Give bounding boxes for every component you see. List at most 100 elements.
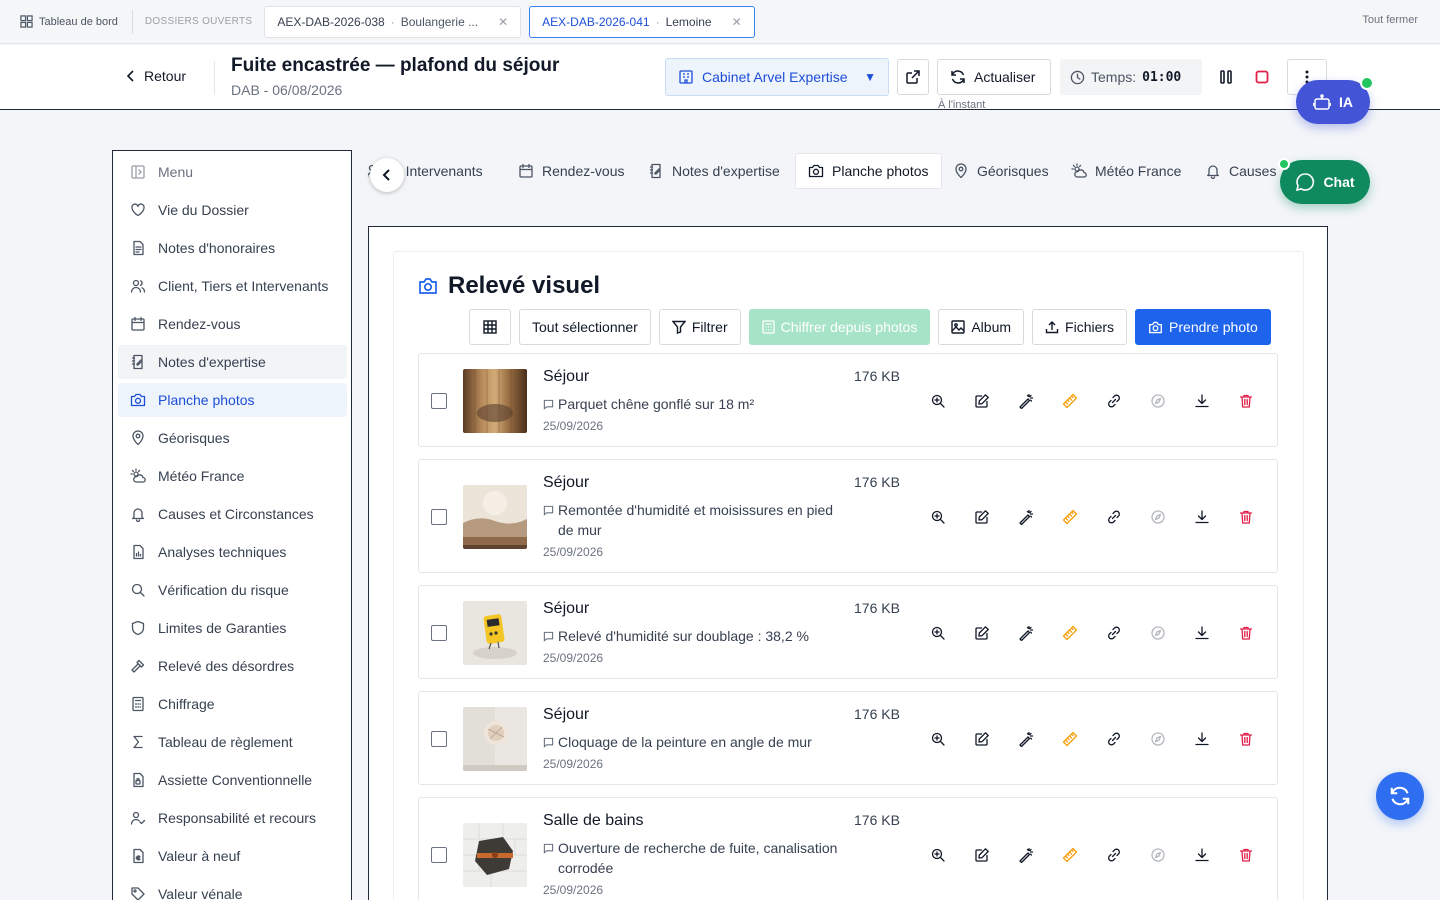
sidebar-item-assiette-conventionnelle[interactable]: Assiette Conventionnelle (118, 763, 347, 797)
sidebar-item-valeur-a-neuf[interactable]: Valeur à neuf (118, 839, 347, 873)
take-photo-button[interactable]: Prendre photo (1135, 309, 1271, 345)
grid-view-button[interactable] (469, 309, 511, 345)
link-button[interactable] (1102, 843, 1126, 867)
refresh-button[interactable]: Actualiser (937, 59, 1051, 95)
tabs-scroll-left-button[interactable] (370, 158, 404, 192)
photo-checkbox[interactable] (431, 393, 447, 409)
sidebar-item-causes-et-circonstances[interactable]: Causes et Circonstances (118, 497, 347, 531)
sidebar-item-limites-de-garanties[interactable]: Limites de Garanties (118, 611, 347, 645)
sidebar-item-georisques[interactable]: Géorisques (118, 421, 347, 455)
sidebar-item-notes-d-honoraires[interactable]: Notes d'honoraires (118, 231, 347, 265)
zoom-button[interactable] (926, 505, 950, 529)
delete-button[interactable] (1234, 389, 1258, 413)
download-button[interactable] (1190, 505, 1214, 529)
tab-georisques[interactable]: Géorisques (953, 153, 1049, 189)
download-button[interactable] (1190, 389, 1214, 413)
cabinet-selector[interactable]: Cabinet Arvel Expertise ▼ (665, 58, 889, 96)
back-button[interactable]: Retour (126, 68, 186, 84)
sidebar-item-verification-du-risque[interactable]: Vérification du risque (118, 573, 347, 607)
filter-button[interactable]: Filtrer (658, 309, 741, 345)
enhance-button[interactable] (1014, 843, 1038, 867)
photo-checkbox[interactable] (431, 625, 447, 641)
sidebar-item-planche-photos[interactable]: Planche photos (118, 383, 347, 417)
ai-assistant-button[interactable]: IA (1296, 76, 1374, 124)
measure-button[interactable] (1058, 389, 1082, 413)
sidebar-item-releve-des-desordres[interactable]: Relevé des désordres (118, 649, 347, 683)
open-external-button[interactable] (897, 59, 929, 95)
edit-button[interactable] (970, 727, 994, 751)
tab-rendez-vous[interactable]: Rendez-vous (518, 153, 625, 189)
zoom-button[interactable] (926, 389, 950, 413)
photo-thumbnail[interactable] (463, 823, 527, 887)
download-button[interactable] (1190, 621, 1214, 645)
zoom-button[interactable] (926, 621, 950, 645)
sidebar-item-meteo-france[interactable]: Météo France (118, 459, 347, 493)
photo-thumbnail[interactable] (463, 485, 527, 549)
sidebar-item-chiffrage[interactable]: Chiffrage (118, 687, 347, 721)
files-button[interactable]: Fichiers (1032, 309, 1128, 345)
locate-button[interactable] (1146, 389, 1170, 413)
chiffrer-button[interactable]: Chiffrer depuis photos (748, 309, 931, 345)
sync-button[interactable] (1376, 772, 1424, 820)
pause-button[interactable] (1214, 65, 1238, 89)
photo-thumbnail[interactable] (463, 601, 527, 665)
photo-checkbox[interactable] (431, 847, 447, 863)
photo-thumbnail[interactable] (463, 707, 527, 771)
measure-button[interactable] (1058, 505, 1082, 529)
delete-button[interactable] (1234, 843, 1258, 867)
sidebar-item-vie-du-dossier[interactable]: Vie du Dossier (118, 193, 347, 227)
delete-button[interactable] (1234, 505, 1258, 529)
stop-button[interactable] (1250, 65, 1274, 89)
download-button[interactable] (1190, 727, 1214, 751)
close-all-button[interactable]: Tout fermer (1362, 14, 1418, 26)
link-button[interactable] (1102, 727, 1126, 751)
album-button[interactable]: Album (938, 309, 1025, 345)
file-tab-038[interactable]: AEX-DAB-2026-038 · Boulangerie ... ✕ (264, 5, 522, 38)
file-tab-041[interactable]: AEX-DAB-2026-041 · Lemoine ✕ (529, 5, 755, 38)
edit-button[interactable] (970, 389, 994, 413)
link-button[interactable] (1102, 389, 1126, 413)
sidebar-item-menu[interactable]: Menu (118, 155, 347, 189)
edit-button[interactable] (970, 505, 994, 529)
enhance-button[interactable] (1014, 621, 1038, 645)
chat-button[interactable]: Chat (1278, 158, 1370, 204)
tab-meteo-france[interactable]: Météo France (1071, 153, 1181, 189)
dashboard-link[interactable]: Tableau de bord (0, 0, 132, 43)
measure-button[interactable] (1058, 843, 1082, 867)
tab-planche-photos[interactable]: Planche photos (795, 153, 942, 189)
photo-row: Salle de bains Ouverture de recherche de … (418, 797, 1278, 900)
sidebar-item-analyses-techniques[interactable]: Analyses techniques (118, 535, 347, 569)
tab-causes[interactable]: Causes (1205, 153, 1276, 189)
download-button[interactable] (1190, 843, 1214, 867)
locate-button[interactable] (1146, 621, 1170, 645)
zoom-button[interactable] (926, 727, 950, 751)
close-icon[interactable]: ✕ (732, 15, 742, 29)
sidebar-item-notes-d-expertise[interactable]: Notes d'expertise (118, 345, 347, 379)
sidebar-item-rendez-vous[interactable]: Rendez-vous (118, 307, 347, 341)
measure-button[interactable] (1058, 727, 1082, 751)
enhance-button[interactable] (1014, 505, 1038, 529)
locate-button[interactable] (1146, 843, 1170, 867)
photo-thumbnail[interactable] (463, 369, 527, 433)
delete-button[interactable] (1234, 727, 1258, 751)
sidebar-item-valeur-venale[interactable]: Valeur vénale (118, 877, 347, 900)
zoom-button[interactable] (926, 843, 950, 867)
edit-button[interactable] (970, 621, 994, 645)
tab-notes-d-expertise[interactable]: Notes d'expertise (648, 153, 780, 189)
enhance-button[interactable] (1014, 389, 1038, 413)
close-icon[interactable]: ✕ (498, 15, 508, 29)
enhance-button[interactable] (1014, 727, 1038, 751)
link-button[interactable] (1102, 505, 1126, 529)
edit-button[interactable] (970, 843, 994, 867)
select-all-button[interactable]: Tout sélectionner (519, 309, 651, 345)
photo-checkbox[interactable] (431, 509, 447, 525)
sidebar-item-client-tiers-et-intervenants[interactable]: Client, Tiers et Intervenants (118, 269, 347, 303)
locate-button[interactable] (1146, 727, 1170, 751)
delete-button[interactable] (1234, 621, 1258, 645)
link-button[interactable] (1102, 621, 1126, 645)
sidebar-item-tableau-de-reglement[interactable]: Tableau de règlement (118, 725, 347, 759)
photo-checkbox[interactable] (431, 731, 447, 747)
locate-button[interactable] (1146, 505, 1170, 529)
sidebar-item-responsabilite-et-recours[interactable]: Responsabilité et recours (118, 801, 347, 835)
measure-button[interactable] (1058, 621, 1082, 645)
